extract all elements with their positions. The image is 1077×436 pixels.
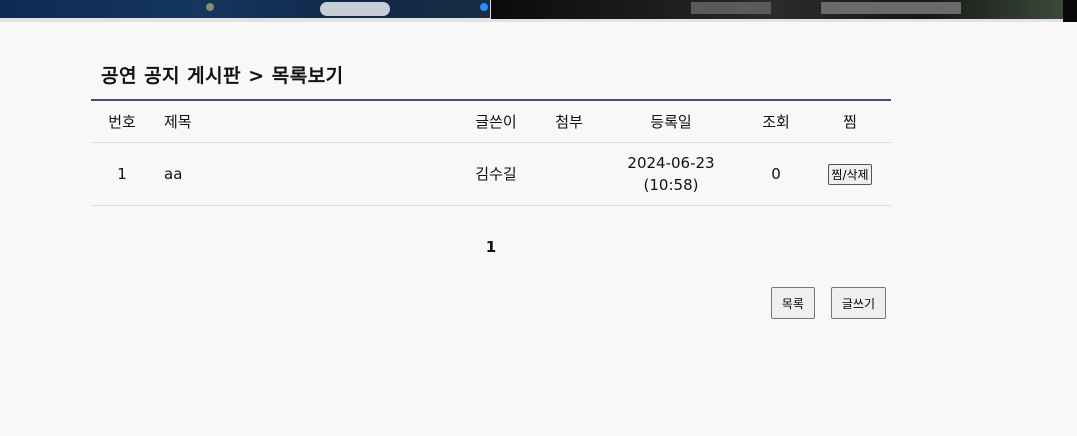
- banner-image-right: [491, 0, 1063, 19]
- fav-delete-button[interactable]: 찜/삭제: [828, 163, 872, 185]
- pagination: 1: [91, 238, 891, 256]
- column-header-fav: 찜: [809, 100, 891, 143]
- banner-decoration: [206, 3, 214, 11]
- table-header-row: 번호 제목 글쓴이 첨부 등록일 조회 찜: [91, 100, 891, 143]
- post-date-cell: 2024-06-23 (10:58): [599, 142, 743, 206]
- banner-image-left: [0, 0, 490, 18]
- post-fav-cell: 찜/삭제: [809, 142, 891, 206]
- banner-decoration: [821, 2, 961, 14]
- board-table: 번호 제목 글쓴이 첨부 등록일 조회 찜 1 aa 김수길 2024-06-2…: [91, 99, 891, 206]
- banner-edge: [1063, 0, 1077, 22]
- column-header-attach: 첨부: [539, 100, 599, 143]
- banner-figure: [320, 2, 390, 16]
- post-date: 2024-06-23: [627, 153, 715, 172]
- column-header-no: 번호: [91, 100, 153, 143]
- post-attachment: [539, 142, 599, 206]
- board-section: 공연 공지 게시판 > 목록보기 번호 제목 글쓴이 첨부 등록일 조회 찜 1…: [91, 60, 891, 206]
- write-button[interactable]: 글쓰기: [830, 287, 886, 319]
- banner-decoration: [691, 2, 771, 14]
- list-button[interactable]: 목록: [770, 287, 815, 319]
- column-header-date: 등록일: [599, 100, 743, 143]
- column-header-writer: 글쓴이: [453, 100, 539, 143]
- column-header-title: 제목: [153, 100, 453, 143]
- post-views: 0: [743, 142, 809, 206]
- post-number: 1: [91, 142, 153, 206]
- page-title: 공연 공지 게시판 > 목록보기: [101, 65, 344, 87]
- header-banner: [0, 0, 1077, 22]
- table-row: 1 aa 김수길 2024-06-23 (10:58) 0 찜/삭제: [91, 142, 891, 206]
- post-writer: 김수길: [453, 142, 539, 206]
- action-bar: 목록 글쓰기: [770, 287, 886, 319]
- banner-decoration: [480, 3, 488, 11]
- page-number-current[interactable]: 1: [486, 238, 496, 256]
- column-header-views: 조회: [743, 100, 809, 143]
- post-time: (10:58): [643, 175, 699, 194]
- post-title-link[interactable]: aa: [153, 142, 453, 206]
